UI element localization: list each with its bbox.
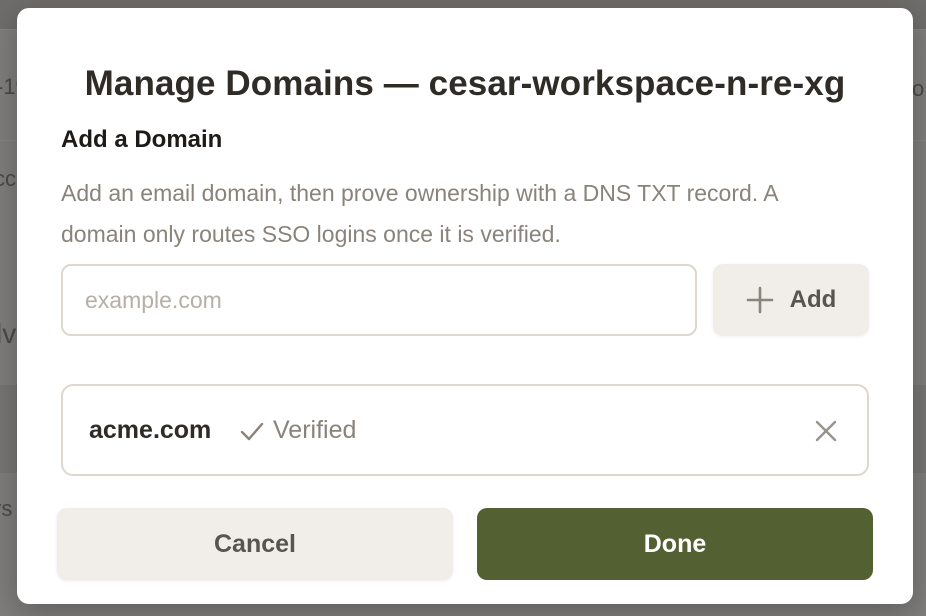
section-title: Add a Domain — [61, 126, 223, 153]
background-fragment: cc — [0, 166, 16, 191]
dialog-title: Manage Domains — cesar-workspace-n-re-xg — [84, 64, 846, 103]
status-label: Verified — [273, 416, 357, 444]
background-fragment: rs — [0, 496, 13, 521]
domain-input[interactable] — [61, 264, 697, 336]
section-description: Add an email domain, then prove ownershi… — [61, 180, 778, 247]
background-fragment: o. — [912, 76, 926, 101]
domain-list-item: acme.com Verified — [61, 384, 869, 476]
domain-name: acme.com — [89, 416, 212, 444]
remove-domain-button[interactable] — [809, 414, 843, 448]
check-icon — [240, 422, 264, 440]
close-icon — [815, 420, 837, 442]
status-badge: Verified — [239, 416, 356, 445]
done-button[interactable]: Done — [477, 508, 873, 580]
add-domain-button[interactable]: Add — [713, 264, 869, 336]
cancel-button[interactable]: Cancel — [57, 508, 453, 580]
add-button-label: Add — [789, 286, 837, 313]
manage-domains-dialog: Manage Domains — cesar-workspace-n-re-xg… — [17, 8, 913, 604]
background-fragment: lv — [0, 318, 17, 349]
plus-icon — [746, 286, 773, 314]
